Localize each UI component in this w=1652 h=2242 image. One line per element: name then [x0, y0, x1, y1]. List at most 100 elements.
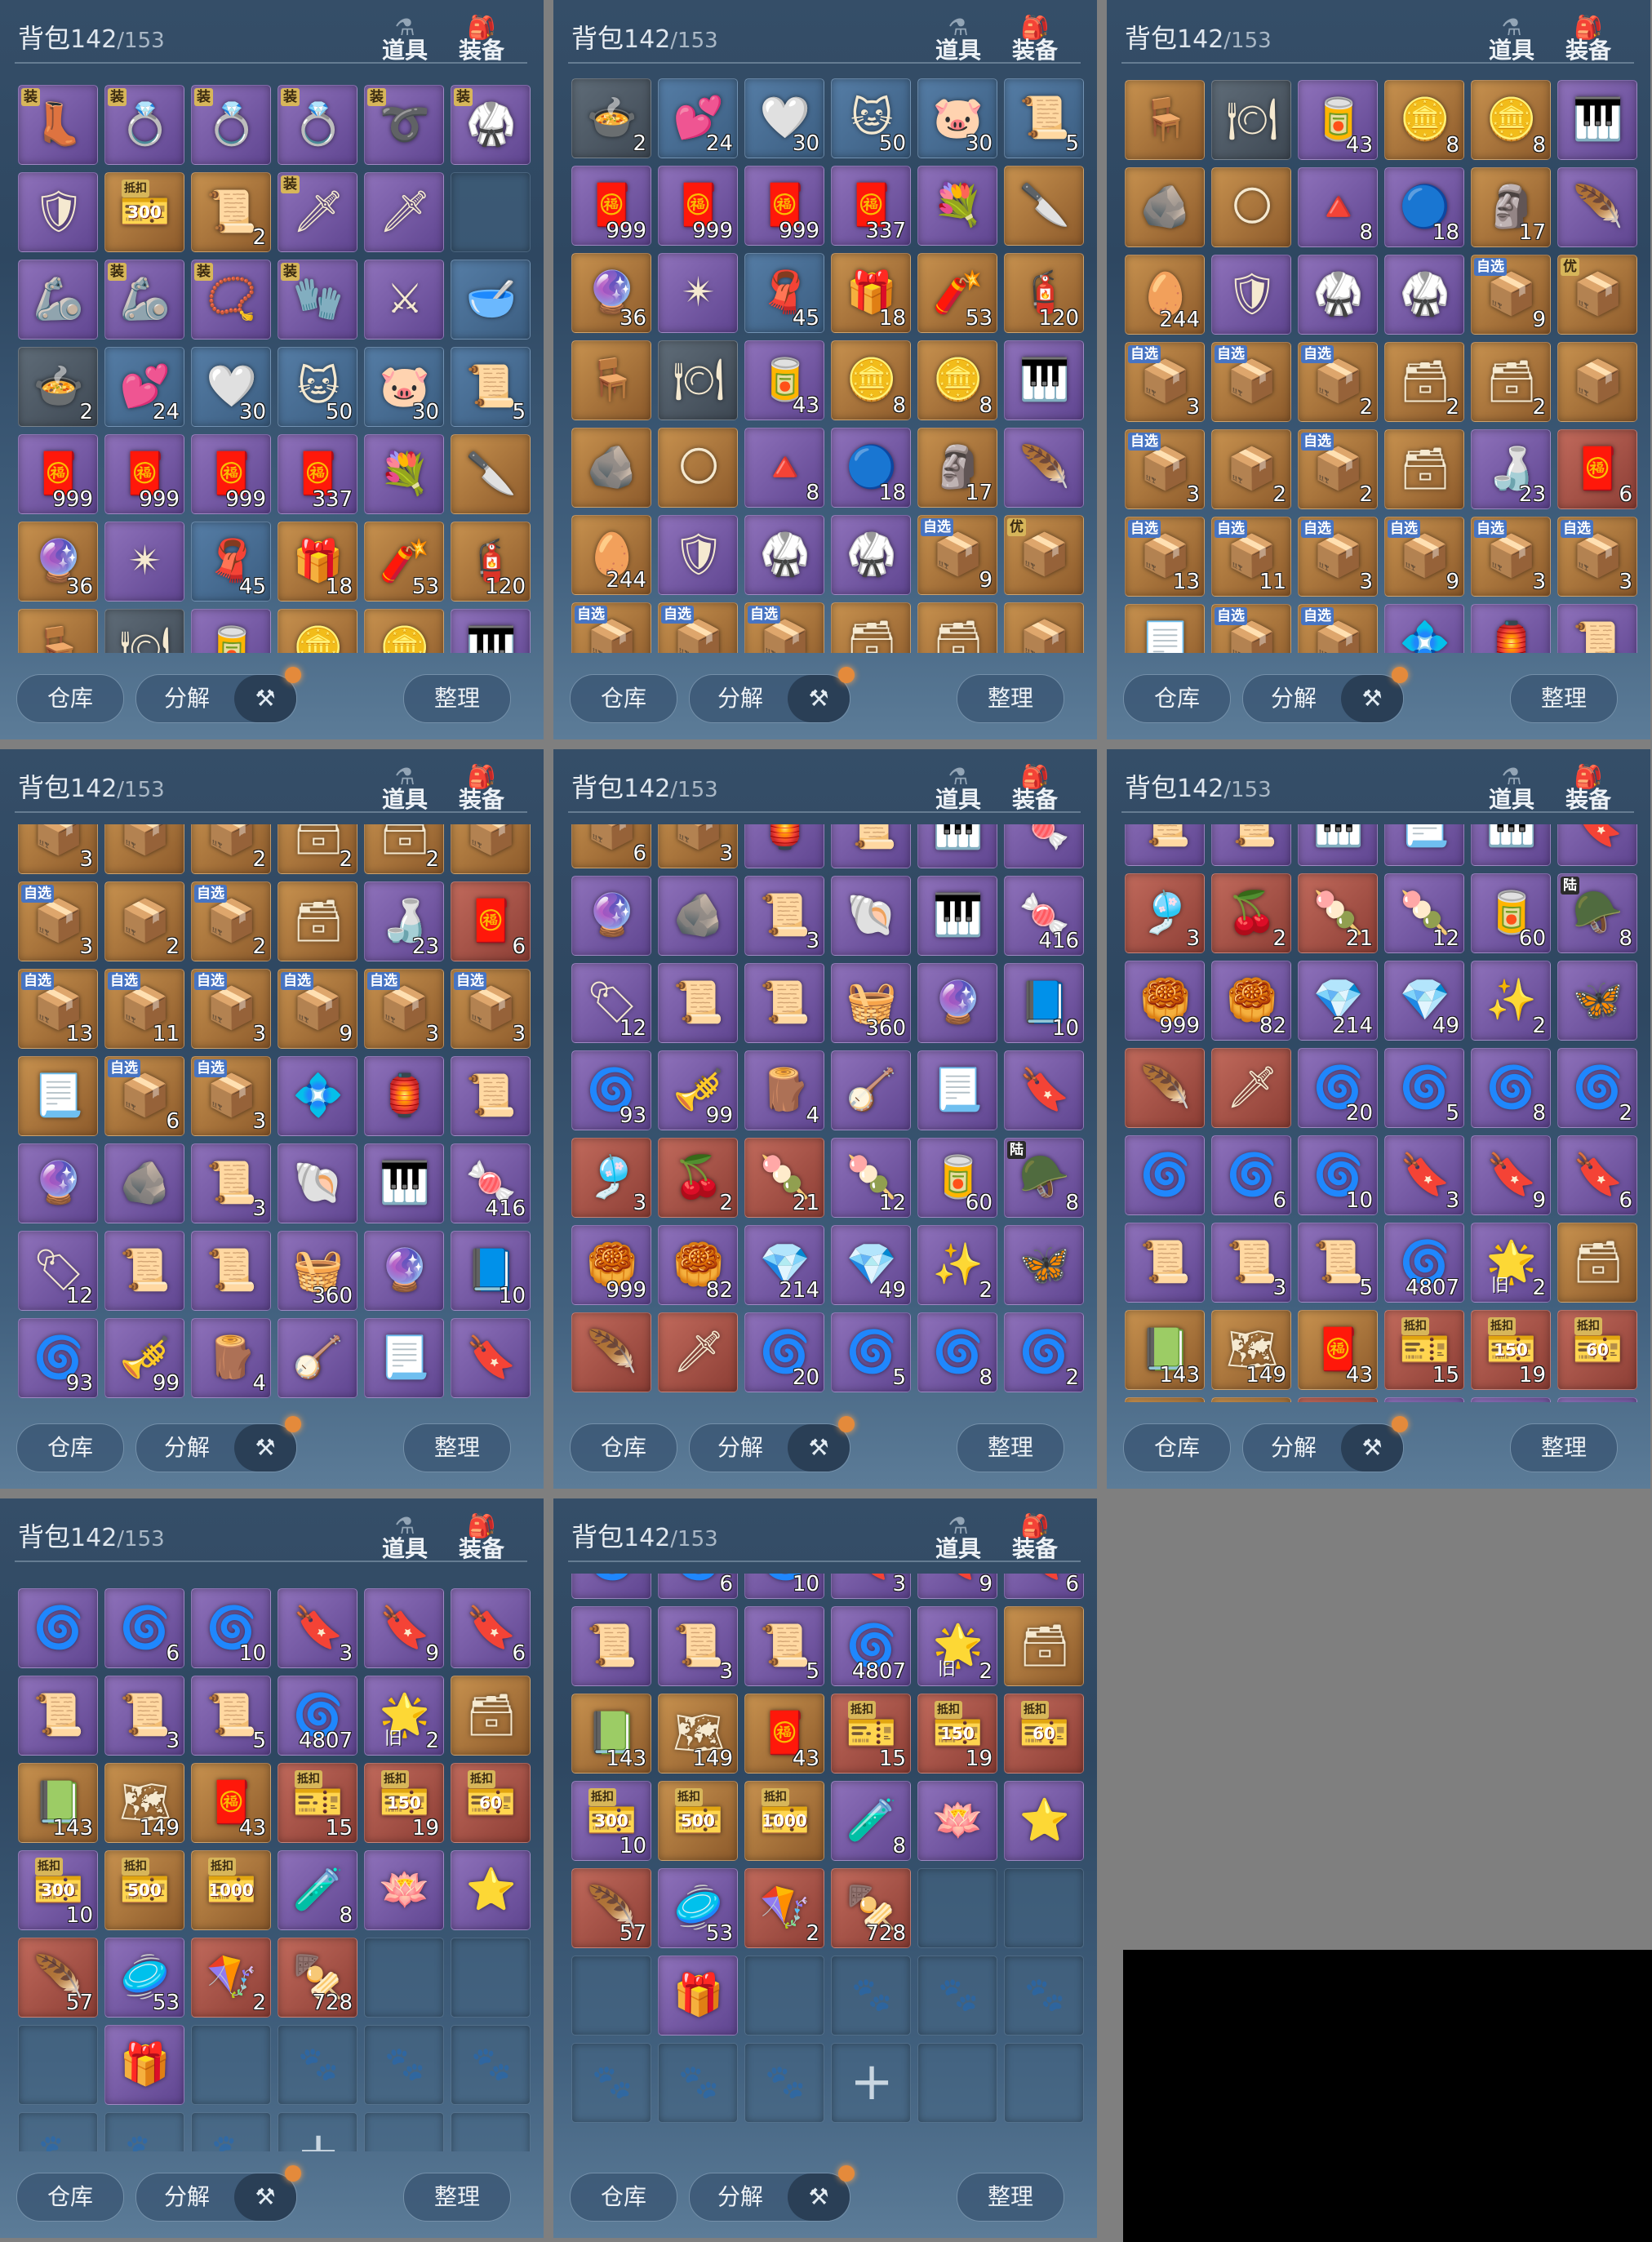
sort-button[interactable]: 整理	[957, 1423, 1064, 1472]
disassemble-button[interactable]: 分解 ⚒	[135, 2165, 301, 2222]
sort-button[interactable]: 整理	[957, 2173, 1064, 2222]
inventory-slot[interactable]: 💎 49	[1384, 961, 1464, 1041]
inventory-slot[interactable]: 🎫 抵扣 150 19	[917, 1694, 997, 1774]
tab-items[interactable]: ⚗ 道具	[377, 1512, 433, 1564]
inventory-slot[interactable]: 🪶	[1004, 428, 1084, 508]
inventory-slot[interactable]: 🌀6	[104, 1588, 184, 1668]
inventory-slot[interactable]: 🏷 12	[571, 963, 651, 1043]
sort-button[interactable]: 整理	[1510, 674, 1618, 723]
inventory-slot[interactable]: 📜	[1557, 604, 1637, 653]
inventory-slot[interactable]: 🌀	[571, 1574, 651, 1599]
warehouse-button[interactable]: 仓库	[1123, 674, 1231, 723]
inventory-slot[interactable]: 🗿 17	[917, 428, 997, 508]
inventory-slot[interactable]: 📦 自选 11	[1211, 517, 1291, 597]
inventory-slot[interactable]: 🧧 999	[571, 166, 651, 246]
disassemble-button[interactable]: 分解 ⚒	[689, 667, 855, 723]
inventory-slot[interactable]: 🔮	[571, 876, 651, 956]
hammer-icon[interactable]: ⚒	[1341, 1424, 1403, 1472]
disassemble-button[interactable]: 分解 ⚒	[135, 1416, 301, 1472]
inventory-slot[interactable]: 🪁 2	[191, 1938, 271, 2018]
inventory-slot[interactable]: 📦 3	[658, 824, 738, 868]
inventory-slot[interactable]: 📦 2	[191, 824, 271, 874]
tab-items[interactable]: ⚗ 道具	[1484, 14, 1539, 65]
inventory-slot[interactable]: 📦自选3	[364, 969, 444, 1049]
inventory-slot[interactable]: ⭐	[1004, 1781, 1084, 1861]
inventory-slot[interactable]: ⚔	[364, 260, 444, 340]
tab-equipment[interactable]: 🎒 装备	[454, 14, 509, 65]
inventory-slot[interactable]: 🍶 23	[1471, 429, 1551, 509]
inventory-slot[interactable]: 🌀10	[1298, 1135, 1378, 1215]
inventory-slot[interactable]: 🪖 陆 8	[1557, 873, 1637, 953]
inventory-slot[interactable]: 🤍 30	[744, 78, 824, 158]
inventory-slot[interactable]: 🐷 30	[917, 78, 997, 158]
inventory-slot[interactable]: 🔖3	[278, 1588, 357, 1668]
inventory-slot[interactable]: 🍡 21	[744, 1138, 824, 1218]
tab-equipment[interactable]: 🎒 装备	[1007, 1512, 1063, 1564]
inventory-slot[interactable]: 💕 24	[658, 78, 738, 158]
inventory-slot[interactable]: 🏮	[744, 824, 824, 868]
inventory-slot[interactable]: 📦 自选 9	[1471, 255, 1551, 335]
warehouse-button[interactable]: 仓库	[16, 2173, 124, 2222]
inventory-slot[interactable]: 🎐 3	[571, 1138, 651, 1218]
inventory-slot[interactable]: 🪙 8	[1384, 80, 1464, 160]
inventory-slot[interactable]: 🌀 20	[744, 1312, 824, 1392]
inventory-slot[interactable]: 🎹	[1298, 824, 1378, 866]
inventory-slot[interactable]: 📃	[1125, 604, 1205, 653]
inventory-slot[interactable]: 📦 自选 2	[1298, 342, 1378, 422]
inventory-slot[interactable]: 📦自选3	[1125, 429, 1205, 509]
inventory-slot[interactable]: 🎫 抵扣 300 10	[18, 1850, 98, 1930]
inventory-slot[interactable]: 📦 自选	[744, 602, 824, 653]
inventory-slot[interactable]: 💎 214	[1298, 961, 1378, 1041]
inventory-slot[interactable]: 🏷 12	[18, 1231, 98, 1311]
inventory-slot[interactable]: 📦自选3	[1298, 517, 1378, 597]
inventory-slot[interactable]: 🧧 999	[104, 434, 184, 514]
inventory-slot[interactable]: 🥚 244	[571, 515, 651, 595]
inventory-slot[interactable]: 🗃	[278, 881, 357, 961]
inventory-slot[interactable]: 💠	[278, 1056, 357, 1136]
inventory-slot[interactable]: 📜 5	[744, 1606, 824, 1686]
inventory-slot[interactable]: ➰ 装	[364, 85, 444, 165]
inventory-slot[interactable]: 📜 3	[744, 876, 824, 956]
inventory-slot[interactable]: 🌕	[1211, 167, 1291, 247]
inventory-slot[interactable]: 🌀 93	[18, 1318, 98, 1398]
inventory-slot[interactable]: 🧨 53	[364, 522, 444, 602]
inventory-slot[interactable]: 🍽	[658, 340, 738, 420]
hammer-icon[interactable]: ⚒	[1341, 675, 1403, 722]
inventory-slot[interactable]: 🍒 2	[1211, 873, 1291, 953]
disassemble-button[interactable]: 分解 ⚒	[689, 1416, 855, 1472]
inventory-slot[interactable]: 🦾	[18, 260, 98, 340]
inventory-slot[interactable]: 🎁 18	[278, 522, 357, 602]
inventory-slot[interactable]: 🎫 抵扣 1000	[191, 1850, 271, 1930]
inventory-slot[interactable]: 🍬	[1004, 824, 1084, 868]
inventory-slot[interactable]: 🪨	[104, 1143, 184, 1223]
inventory-slot[interactable]: 📜	[1125, 1223, 1205, 1303]
inventory-slot[interactable]: 🥏 53	[658, 1868, 738, 1948]
inventory-slot[interactable]: 🔖9	[917, 1574, 997, 1599]
inventory-slot[interactable]: 📜 3	[104, 1676, 184, 1756]
inventory-slot[interactable]: 🎹	[1004, 340, 1084, 420]
inventory-slot[interactable]: 📦 优	[1004, 515, 1084, 595]
sort-button[interactable]: 整理	[403, 1423, 511, 1472]
inventory-slot[interactable]: 🌀 4807	[278, 1676, 357, 1756]
inventory-slot[interactable]: 📦 自选	[1211, 342, 1291, 422]
inventory-slot[interactable]: 🎁 18	[831, 253, 911, 333]
inventory-slot[interactable]: 🌀	[1125, 1135, 1205, 1215]
inventory-slot[interactable]: 📦 自选 13	[18, 969, 98, 1049]
inventory-slot[interactable]: ⭐	[451, 1850, 531, 1930]
inventory-slot[interactable]: 📦 2	[1211, 429, 1291, 509]
tab-items[interactable]: ⚗ 道具	[1484, 763, 1539, 815]
inventory-slot[interactable]: 🛡	[658, 515, 738, 595]
inventory-slot[interactable]: 📦自选3	[18, 881, 98, 961]
inventory-slot[interactable]: 🥮 82	[658, 1225, 738, 1305]
inventory-slot[interactable]: 📜 2	[191, 172, 271, 252]
inventory-slot[interactable]: 📘 10	[451, 1231, 531, 1311]
inventory-slot[interactable]: 🎫 抵扣 150 19	[1471, 1310, 1551, 1390]
inventory-slot[interactable]: 🌀 4807	[1384, 1223, 1464, 1303]
inventory-slot[interactable]: 🍡 12	[1384, 873, 1464, 953]
inventory-slot[interactable]: 🔮 36	[571, 253, 651, 333]
inventory-slot[interactable]: 🔖	[1004, 1050, 1084, 1130]
inventory-slot[interactable]: 📿 装	[191, 260, 271, 340]
inventory-slot[interactable]: 🪑	[18, 609, 98, 653]
inventory-slot[interactable]: 🥋 装	[451, 85, 531, 165]
inventory-slot[interactable]: 📦自选3	[1298, 604, 1378, 653]
